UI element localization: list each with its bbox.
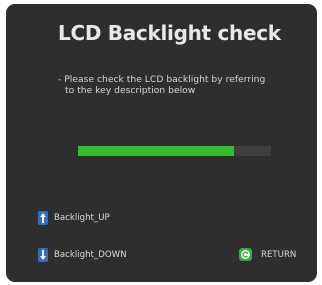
return-key-hint[interactable]: RETURN: [239, 248, 296, 261]
backlight-level-fill: [78, 146, 235, 156]
page-title: LCD Backlight check: [58, 21, 281, 45]
backlight-down-key-hint[interactable]: Backlight_DOWN: [38, 248, 127, 262]
backlight-up-key-hint[interactable]: Backlight_UP: [38, 211, 110, 225]
lcd-backlight-dialog: LCD Backlight check - Please check the L…: [6, 4, 317, 282]
instruction-line-1: - Please check the LCD backlight by refe…: [58, 74, 266, 85]
backlight-up-label: Backlight_UP: [54, 213, 110, 223]
instruction-line-2: to the key description below: [65, 85, 196, 96]
arrow-up-key-icon: [38, 211, 48, 225]
backlight-level-bar: [78, 146, 271, 156]
arrow-down-key-icon: [38, 248, 48, 262]
return-key-icon: [239, 248, 252, 261]
backlight-down-label: Backlight_DOWN: [54, 250, 127, 260]
instruction-text: - Please check the LCD backlight by refe…: [58, 74, 308, 96]
return-label: RETURN: [261, 249, 297, 260]
